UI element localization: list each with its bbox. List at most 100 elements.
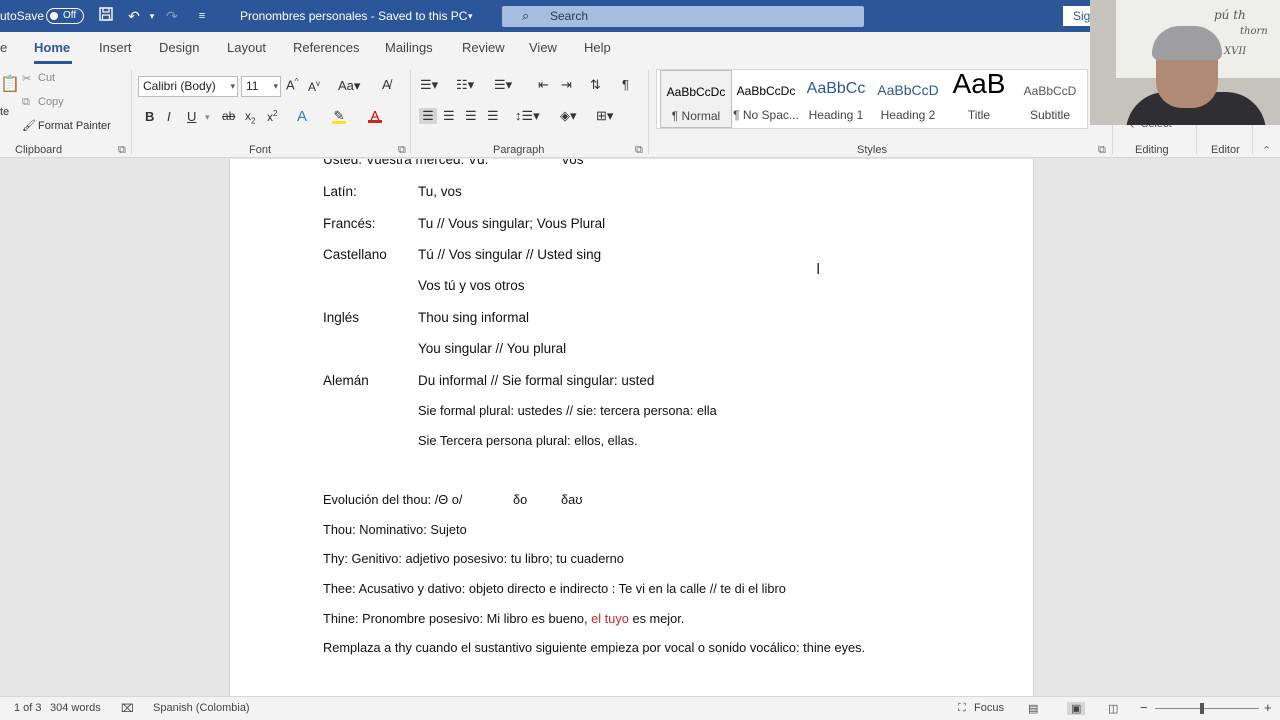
print-layout-icon[interactable]: ▣ <box>1067 702 1086 715</box>
document-area[interactable]: Usted: Vuestra merced: Vd. Vos Latín: Tu… <box>0 159 1280 696</box>
whiteboard-writing: pú th <box>1214 8 1246 22</box>
zoom-out-icon[interactable]: − <box>1140 700 1148 715</box>
change-case-icon[interactable]: Aa▾ <box>338 78 360 94</box>
tab-design[interactable]: Design <box>159 40 199 55</box>
evolution-line: Evolución del thou: /Θ o/ <box>323 492 463 507</box>
strikethrough-icon[interactable]: ab <box>222 109 235 123</box>
zoom-in-icon[interactable]: + <box>1264 700 1272 715</box>
font-size-select[interactable]: 11 ▾ <box>241 76 281 97</box>
toggle-knob <box>50 12 58 20</box>
doc-top-right: Vos <box>561 159 584 167</box>
line-spacing-icon[interactable]: ↕☰▾ <box>515 108 540 124</box>
highlight-icon[interactable]: ✎ <box>332 108 346 124</box>
clear-formatting-icon[interactable]: A̸ <box>382 77 391 92</box>
style-heading-1[interactable]: AaBbCc Heading 1 <box>800 70 872 128</box>
undo-icon[interactable]: ↶ <box>124 6 144 26</box>
clipboard-group-label: Clipboard <box>15 144 63 156</box>
subscript-icon[interactable]: x2 <box>245 109 255 125</box>
underline-icon[interactable]: U <box>187 109 196 124</box>
zoom-slider[interactable] <box>1155 708 1259 709</box>
align-center-icon[interactable]: ☰ <box>443 108 455 124</box>
styles-launcher-icon[interactable]: ⧉ <box>1098 144 1106 157</box>
align-left-icon[interactable]: ☰ <box>419 108 437 124</box>
increase-indent-icon[interactable]: ⇥ <box>561 77 572 93</box>
proofing-icon[interactable]: ⌧ <box>121 702 134 715</box>
decrease-indent-icon[interactable]: ⇤ <box>538 77 549 93</box>
focus-icon[interactable]: ⛶ <box>958 702 966 715</box>
word-count[interactable]: 304 words <box>50 702 101 714</box>
clipboard-launcher-icon[interactable]: ⧉ <box>118 144 126 157</box>
tab-layout[interactable]: Layout <box>227 40 266 55</box>
row-text: Du informal // Sie formal singular: uste… <box>418 373 655 388</box>
tab-review[interactable]: Review <box>462 40 505 55</box>
cut-icon[interactable]: ✂ <box>22 72 31 85</box>
font-launcher-icon[interactable]: ⧉ <box>398 144 406 157</box>
document-page[interactable]: Usted: Vuestra merced: Vd. Vos Latín: Tu… <box>229 159 1034 696</box>
search-box[interactable]: ⌕ Search <box>502 6 864 27</box>
chevron-down-icon: ▾ <box>230 81 235 91</box>
document-title[interactable]: Pronombres personales - Saved to this PC <box>240 0 467 32</box>
italic-icon[interactable]: I <box>167 109 171 124</box>
copy-icon[interactable]: ⧉ <box>22 96 30 109</box>
style-subtitle[interactable]: AaBbCcD Subtitle <box>1014 70 1086 128</box>
collapse-ribbon-icon[interactable]: ⌃ <box>1262 144 1271 157</box>
cut-label[interactable]: Cut <box>38 72 55 84</box>
style-heading-2[interactable]: AaBbCcD Heading 2 <box>872 70 944 128</box>
language[interactable]: Spanish (Colombia) <box>153 702 250 714</box>
copy-label[interactable]: Copy <box>38 96 64 108</box>
bold-icon[interactable]: B <box>145 109 154 124</box>
format-painter-label[interactable]: Format Painter <box>38 120 111 132</box>
title-dropdown-icon[interactable]: ▾ <box>468 0 473 32</box>
search-placeholder: Search <box>550 9 589 23</box>
paste-label[interactable]: te <box>0 106 9 118</box>
style-normal[interactable]: AaBbCcDc ¶ Normal <box>660 70 732 128</box>
undo-dropdown-icon[interactable]: ▾ <box>142 6 162 26</box>
bullets-icon[interactable]: ☰▾ <box>420 77 438 93</box>
style-no-spacing[interactable]: AaBbCcDc ¶ No Spac... <box>730 70 802 128</box>
doc-line: Thy: Genitivo: adjetivo posesivo: tu lib… <box>323 551 624 566</box>
customize-toolbar-icon[interactable]: ≡ <box>192 6 212 26</box>
autosave-toggle[interactable]: Off <box>46 8 84 24</box>
tab-mailings[interactable]: Mailings <box>385 40 433 55</box>
tab-file[interactable]: e <box>0 40 7 55</box>
sort-icon[interactable]: ⇅ <box>590 77 601 93</box>
redo-icon[interactable]: ↷ <box>162 6 182 26</box>
focus-label[interactable]: Focus <box>974 702 1004 714</box>
multilevel-list-icon[interactable]: ☰▾ <box>494 77 512 93</box>
borders-icon[interactable]: ⊞▾ <box>596 108 613 124</box>
web-layout-icon[interactable]: ◫ <box>1108 702 1118 715</box>
paragraph-launcher-icon[interactable]: ⧉ <box>635 144 643 157</box>
shading-icon[interactable]: ◈▾ <box>560 108 577 124</box>
tab-help[interactable]: Help <box>584 40 611 55</box>
font-group-label: Font <box>249 144 272 156</box>
tab-insert[interactable]: Insert <box>99 40 132 55</box>
text-effects-icon[interactable]: A <box>297 108 307 125</box>
editing-group-label: Editing <box>1135 144 1169 156</box>
format-painter-icon[interactable]: 🖌 <box>22 119 36 132</box>
zoom-slider-thumb[interactable] <box>1200 703 1204 714</box>
tab-references[interactable]: References <box>293 40 359 55</box>
save-icon[interactable] <box>96 6 116 26</box>
superscript-icon[interactable]: x2 <box>267 109 277 124</box>
doc-line: Remplaza a thy cuando el sustantivo sigu… <box>323 640 866 655</box>
read-mode-icon[interactable]: ▤ <box>1028 702 1038 715</box>
show-formatting-icon[interactable]: ¶ <box>622 77 629 92</box>
chevron-down-icon[interactable]: ▾ <box>205 112 210 123</box>
thine-line: Thine: Pronombre posesivo: Mi libro es b… <box>323 611 684 626</box>
grow-font-icon[interactable]: A^ <box>286 77 298 92</box>
status-bar: 1 of 3 304 words ⌧ Spanish (Colombia) ⛶ … <box>0 696 1280 720</box>
align-right-icon[interactable]: ☰ <box>465 108 477 124</box>
paste-icon[interactable]: 📋 <box>0 74 20 94</box>
style-title[interactable]: AaB Title <box>943 68 1015 128</box>
shrink-font-icon[interactable]: Av <box>308 79 320 94</box>
font-name-select[interactable]: Calibri (Body) ▾ <box>138 76 238 97</box>
tab-view[interactable]: View <box>529 40 557 55</box>
tab-home[interactable]: Home <box>34 40 70 55</box>
page-count[interactable]: 1 of 3 <box>14 702 42 714</box>
thine-pre: Thine: Pronombre posesivo: Mi libro es b… <box>323 611 592 626</box>
justify-icon[interactable]: ☰ <box>487 108 499 124</box>
row-label: Alemán <box>323 373 369 388</box>
numbering-icon[interactable]: ☷▾ <box>456 77 474 93</box>
font-color-icon[interactable]: A <box>368 108 382 123</box>
styles-gallery: AaBbCcDc ¶ Normal AaBbCcDc ¶ No Spac... … <box>656 68 1088 129</box>
